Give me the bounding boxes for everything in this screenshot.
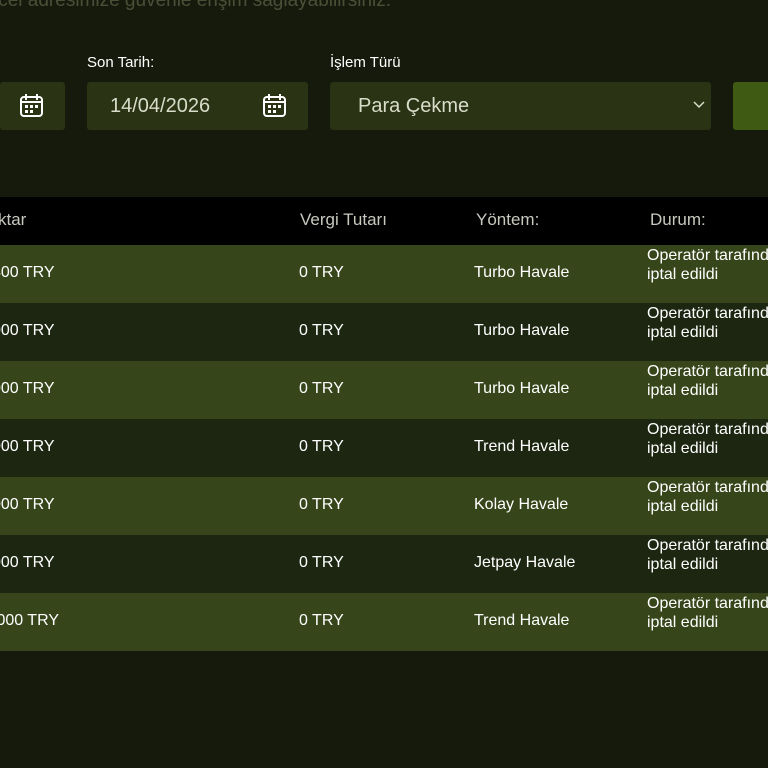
intro-text: icel adresimize güvenle erişim sağlayabi…: [0, 0, 392, 11]
row-amount: 000 TRY: [0, 438, 55, 455]
row-tax: 0 TRY: [299, 496, 344, 513]
row-method: Turbo Havale: [474, 380, 570, 397]
row-tax: 0 TRY: [299, 612, 344, 629]
table-row: 000 TRY 0 TRY Turbo Havale Operatör tara…: [0, 303, 768, 361]
row-status: Operatör tarafından iptal edildi: [647, 595, 768, 631]
row-method: Turbo Havale: [474, 264, 570, 281]
chevron-down-icon: [693, 101, 705, 109]
row-amount: 000 TRY: [0, 322, 55, 339]
row-amount: .000 TRY: [0, 612, 60, 629]
table-row: 000 TRY 0 TRY Turbo Havale Operatör tara…: [0, 361, 768, 419]
transactions-table: 400 TRY 0 TRY Turbo Havale Operatör tara…: [0, 245, 768, 651]
transaction-type-select[interactable]: Para Çekme: [330, 82, 711, 130]
end-date-label: Son Tarih:: [87, 54, 155, 71]
end-date-value: 14/04/2026: [110, 94, 211, 117]
row-method: Turbo Havale: [474, 322, 570, 339]
header-tax: Vergi Tutarı: [300, 210, 387, 229]
row-status: Operatör tarafından iptal edildi: [647, 305, 768, 341]
row-status: Operatör tarafından iptal edildi: [647, 479, 768, 515]
row-tax: 0 TRY: [299, 380, 344, 397]
row-status: Operatör tarafından iptal edildi: [647, 537, 768, 573]
row-method: Kolay Havale: [474, 496, 569, 513]
table-row: 000 TRY 0 TRY Kolay Havale Operatör tara…: [0, 477, 768, 535]
header-amount: ktar: [0, 210, 27, 229]
table-row: 000 TRY 0 TRY Trend Havale Operatör tara…: [0, 419, 768, 477]
row-method: Trend Havale: [474, 438, 570, 455]
table-row: 000 TRY 0 TRY Jetpay Havale Operatör tar…: [0, 535, 768, 593]
transaction-type-label: İşlem Türü: [330, 54, 401, 71]
row-amount: 000 TRY: [0, 496, 55, 513]
row-amount: 000 TRY: [0, 380, 55, 397]
row-amount: 000 TRY: [0, 554, 55, 571]
row-method: Trend Havale: [474, 612, 570, 629]
row-status: Operatör tarafından iptal edildi: [647, 363, 768, 399]
calendar-icon[interactable]: [19, 93, 45, 119]
row-status: Operatör tarafından iptal edildi: [647, 421, 768, 457]
row-status: Operatör tarafından iptal edildi: [647, 247, 768, 283]
calendar-icon[interactable]: [262, 93, 288, 119]
header-method: Yöntem:: [476, 210, 540, 229]
header-status: Durum:: [650, 210, 706, 229]
table-header: ktar Vergi Tutarı Yöntem: Durum:: [0, 197, 768, 245]
end-date-field[interactable]: 14/04/2026: [87, 82, 308, 130]
filter-button[interactable]: [733, 82, 768, 130]
row-amount: 400 TRY: [0, 264, 55, 281]
row-method: Jetpay Havale: [474, 554, 576, 571]
row-tax: 0 TRY: [299, 554, 344, 571]
table-row: 400 TRY 0 TRY Turbo Havale Operatör tara…: [0, 245, 768, 303]
row-tax: 0 TRY: [299, 438, 344, 455]
start-date-field[interactable]: [0, 82, 65, 130]
table-row: .000 TRY 0 TRY Trend Havale Operatör tar…: [0, 593, 768, 651]
row-tax: 0 TRY: [299, 264, 344, 281]
row-tax: 0 TRY: [299, 322, 344, 339]
transaction-type-value: Para Çekme: [358, 94, 470, 117]
